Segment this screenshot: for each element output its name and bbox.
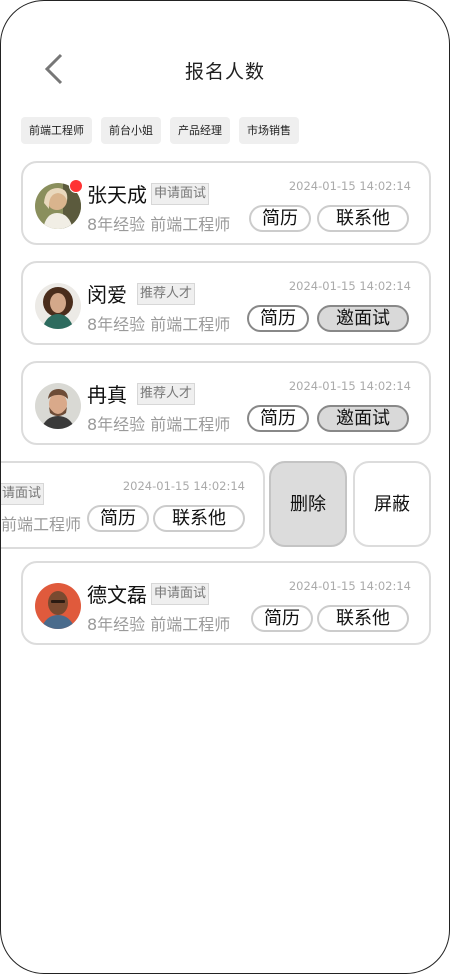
avatar bbox=[35, 583, 81, 629]
invite-interview-button[interactable]: 邀面试 bbox=[317, 305, 409, 332]
candidate-name: 闵爱 bbox=[87, 283, 127, 307]
timestamp: 2024-01-15 14:02:14 bbox=[288, 179, 411, 193]
resume-button[interactable]: 简历 bbox=[249, 205, 311, 232]
contact-button[interactable]: 联系他 bbox=[317, 205, 409, 232]
status-tag: 推荐人才 bbox=[137, 283, 196, 305]
page-title: 报名人数 bbox=[184, 61, 265, 83]
timestamp: 2024-01-15 14:02:14 bbox=[288, 379, 411, 393]
candidate-meta: 8年经验 前端工程师 bbox=[87, 215, 231, 234]
candidate-card[interactable]: 冉真 推荐人才 2024-01-15 14:02:14 8年经验 前端工程师 简… bbox=[21, 361, 431, 445]
candidate-meta: 8年经验 前端工程师 bbox=[87, 615, 231, 634]
timestamp: 2024-01-15 14:02:14 bbox=[122, 479, 245, 493]
candidate-card-swiped[interactable]: 请面试 2024-01-15 14:02:14 前端工程师 简历 联系他 bbox=[1, 461, 265, 549]
status-tag: 申请面试 bbox=[151, 183, 210, 205]
filter-chip[interactable]: 产品经理 bbox=[170, 117, 230, 144]
candidate-name: 冉真 bbox=[87, 383, 127, 407]
resume-button[interactable]: 简历 bbox=[251, 605, 313, 632]
filter-tabs: 前端工程师 前台小姐 产品经理 市场销售 bbox=[21, 117, 299, 144]
status-tag: 申请面试 bbox=[151, 583, 210, 605]
candidate-card[interactable]: 张天成 申请面试 2024-01-15 14:02:14 8年经验 前端工程师 … bbox=[21, 161, 431, 245]
invite-interview-button[interactable]: 邀面试 bbox=[317, 405, 409, 432]
unread-dot bbox=[69, 179, 83, 193]
status-tag: 推荐人才 bbox=[137, 383, 196, 405]
candidate-name: 德文磊 bbox=[87, 583, 147, 607]
candidate-meta: 前端工程师 bbox=[1, 515, 82, 534]
candidate-card[interactable]: 德文磊 申请面试 2024-01-15 14:02:14 8年经验 前端工程师 … bbox=[21, 561, 431, 645]
filter-chip[interactable]: 市场销售 bbox=[239, 117, 299, 144]
candidate-meta: 8年经验 前端工程师 bbox=[87, 315, 231, 334]
phone-frame: 报名人数 前端工程师 前台小姐 产品经理 市场销售 张天成 申请面试 2024-… bbox=[0, 0, 450, 974]
block-button[interactable]: 屏蔽 bbox=[353, 461, 431, 547]
timestamp: 2024-01-15 14:02:14 bbox=[288, 579, 411, 593]
candidate-name: 张天成 bbox=[87, 183, 147, 207]
candidate-meta: 8年经验 前端工程师 bbox=[87, 415, 231, 434]
status-tag: 请面试 bbox=[1, 483, 45, 505]
avatar bbox=[35, 383, 81, 429]
candidate-card[interactable]: 闵爱 推荐人才 2024-01-15 14:02:14 8年经验 前端工程师 简… bbox=[21, 261, 431, 345]
avatar bbox=[35, 283, 81, 329]
timestamp: 2024-01-15 14:02:14 bbox=[288, 279, 411, 293]
resume-button[interactable]: 简历 bbox=[247, 405, 309, 432]
resume-button[interactable]: 简历 bbox=[247, 305, 309, 332]
contact-button[interactable]: 联系他 bbox=[317, 605, 409, 632]
resume-button[interactable]: 简历 bbox=[87, 505, 149, 532]
filter-chip[interactable]: 前台小姐 bbox=[101, 117, 161, 144]
delete-button[interactable]: 删除 bbox=[269, 461, 347, 547]
contact-button[interactable]: 联系他 bbox=[153, 505, 245, 532]
filter-chip[interactable]: 前端工程师 bbox=[21, 117, 92, 144]
